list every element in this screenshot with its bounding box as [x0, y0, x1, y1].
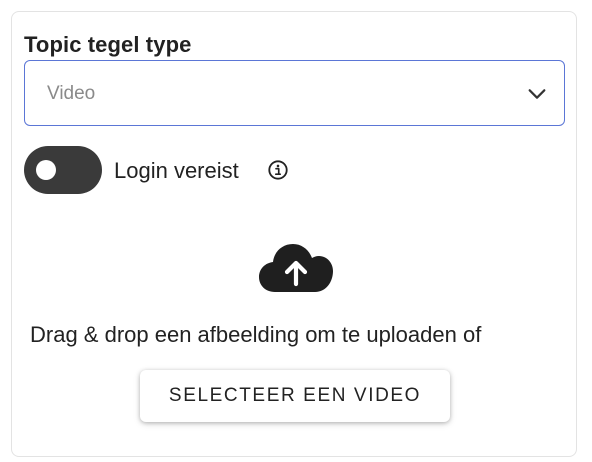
toggle-knob — [36, 160, 56, 180]
cloud-upload-icon — [259, 244, 333, 292]
select-value: Video — [47, 83, 96, 104]
upload-instruction: Drag & drop een afbeelding om te uploade… — [30, 322, 482, 347]
info-icon[interactable] — [267, 159, 289, 181]
login-required-toggle[interactable] — [24, 146, 102, 194]
login-required-row: Login vereist — [24, 146, 424, 194]
topic-tile-type-select[interactable]: Video — [24, 60, 565, 126]
login-required-label: Login vereist — [114, 158, 239, 183]
topic-tile-card: Topic tegel type Video Login vereist Dra… — [11, 11, 577, 457]
select-video-button[interactable]: SELECTEER EEN VIDEO — [140, 370, 450, 422]
chevron-down-icon — [528, 89, 546, 99]
topic-tile-type-title: Topic tegel type — [24, 32, 192, 57]
